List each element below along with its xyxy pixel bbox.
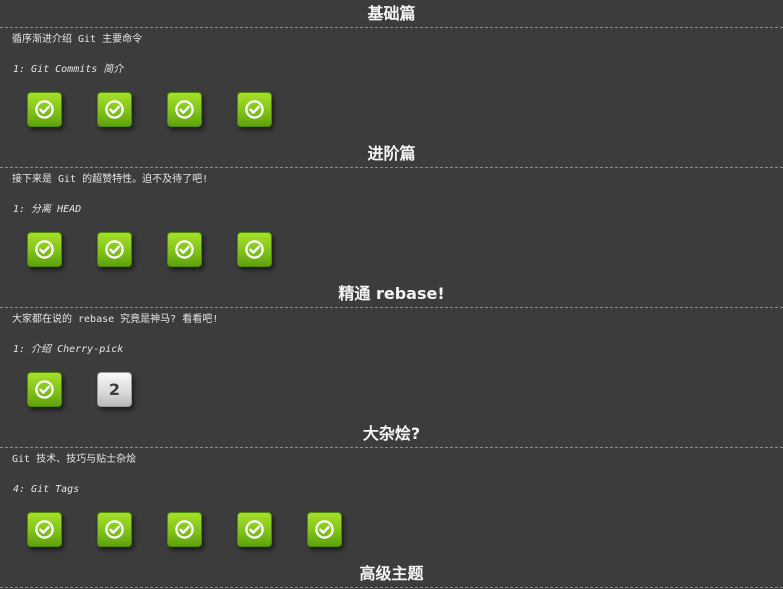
level-number: 2 xyxy=(108,380,121,399)
level-button-1[interactable] xyxy=(27,92,62,127)
level-button-5[interactable] xyxy=(307,512,342,547)
check-icon xyxy=(35,240,54,259)
section-current-level: 1: Git Commits 简介 xyxy=(13,64,124,75)
section-title: 基础篇 xyxy=(0,0,783,28)
level-button-1[interactable] xyxy=(27,232,62,267)
section-description: 循序渐进介绍 Git 主要命令 xyxy=(12,34,143,45)
section-description: 大家都在说的 rebase 究竟是神马? 看看吧! xyxy=(12,314,219,325)
check-icon xyxy=(35,520,54,539)
section-current-level: 4: Git Tags xyxy=(13,484,80,495)
check-icon xyxy=(315,520,334,539)
section-description: Git 技术、技巧与贴士杂烩 xyxy=(12,454,137,465)
check-icon xyxy=(35,100,54,119)
check-icon xyxy=(245,100,264,119)
level-button-1[interactable] xyxy=(27,512,62,547)
check-icon xyxy=(245,240,264,259)
check-icon xyxy=(175,100,194,119)
check-icon xyxy=(35,380,54,399)
check-icon xyxy=(105,240,124,259)
level-button-2[interactable] xyxy=(97,232,132,267)
level-button-2[interactable] xyxy=(97,92,132,127)
check-icon xyxy=(175,240,194,259)
level-button-2[interactable] xyxy=(97,512,132,547)
level-button-4[interactable] xyxy=(237,92,272,127)
check-icon xyxy=(105,100,124,119)
level-select-page: 基础篇 循序渐进介绍 Git 主要命令 1: Git Commits 简介 进阶… xyxy=(0,0,783,589)
section-description: 接下来是 Git 的超赞特性。迫不及待了吧! xyxy=(12,174,209,185)
level-button-3[interactable] xyxy=(167,232,202,267)
level-button-3[interactable] xyxy=(167,512,202,547)
check-icon xyxy=(245,520,264,539)
section-title: 高级主题 xyxy=(0,560,783,588)
level-button-4[interactable] xyxy=(237,512,272,547)
section-title: 大杂烩? xyxy=(0,420,783,448)
level-button-3[interactable] xyxy=(167,92,202,127)
check-icon xyxy=(105,520,124,539)
section-current-level: 1: 介绍 Cherry-pick xyxy=(13,344,124,355)
section-title: 精通 rebase! xyxy=(0,280,783,308)
level-button-1[interactable] xyxy=(27,372,62,407)
level-button-2[interactable]: 2 xyxy=(97,372,132,407)
section-current-level: 1: 分离 HEAD xyxy=(13,204,82,215)
check-icon xyxy=(175,520,194,539)
section-title: 进阶篇 xyxy=(0,140,783,168)
level-button-4[interactable] xyxy=(237,232,272,267)
